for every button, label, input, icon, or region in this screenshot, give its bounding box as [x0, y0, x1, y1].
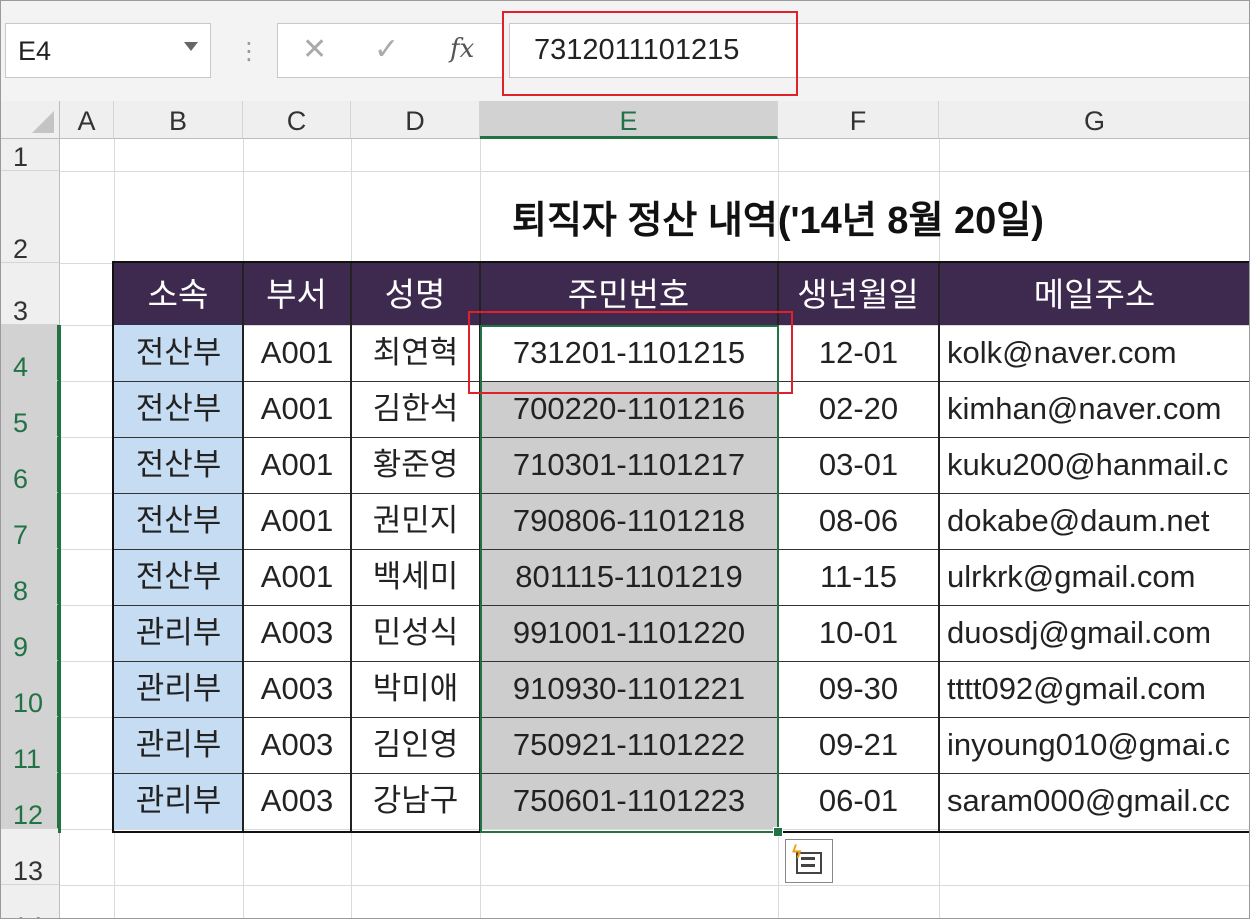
row-number: 11 [13, 744, 42, 774]
row-header-5[interactable]: 5 [1, 381, 60, 438]
row-header-6[interactable]: 6 [1, 437, 60, 494]
sheet-title-cell[interactable]: 퇴직자 정산 내역('14년 8월 20일) [60, 171, 1249, 263]
row-header-9[interactable]: 9 [1, 605, 60, 662]
formula-buttons: ✕ ✓ fx [277, 23, 503, 78]
excel-window: E4 ⋮ ✕ ✓ fx 7312011101215 ABCDEFG 123456… [0, 0, 1250, 919]
row-number: 1 [13, 142, 29, 172]
column-header-d[interactable]: D [351, 101, 480, 139]
cancel-icon[interactable]: ✕ [302, 32, 327, 67]
row-header-1[interactable]: 1 [1, 139, 60, 172]
formula-highlight-box [502, 11, 798, 96]
selection-range [480, 325, 779, 833]
cell-highlight-box [468, 311, 793, 394]
column-header-a[interactable]: A [60, 101, 114, 139]
row-number: 13 [13, 856, 44, 886]
row-header-12[interactable]: 12 [1, 773, 60, 830]
chevron-down-icon[interactable] [184, 42, 198, 51]
quick-analysis-icon[interactable]: ϟ [785, 839, 833, 883]
sheet-title: 퇴직자 정산 내역('14년 8월 20일) [512, 200, 1044, 242]
column-header-e[interactable]: E [480, 101, 778, 139]
row-header-8[interactable]: 8 [1, 549, 60, 606]
row-header-11[interactable]: 11 [1, 717, 60, 774]
row-number: 8 [13, 576, 29, 606]
row-header-7[interactable]: 7 [1, 493, 60, 550]
row-number: 12 [13, 800, 44, 830]
row-header-2[interactable]: 2 [1, 171, 60, 264]
formula-bar-grip-icon[interactable]: ⋮ [237, 37, 261, 66]
column-header-g[interactable]: G [939, 101, 1249, 139]
name-box-value: E4 [18, 36, 52, 66]
row-selection-indicator [58, 325, 61, 833]
column-header-c[interactable]: C [243, 101, 351, 139]
select-all-button[interactable] [1, 101, 60, 139]
row-header-14[interactable]: 14 [1, 885, 60, 918]
row-number: 7 [13, 520, 29, 550]
fill-handle[interactable] [773, 827, 783, 837]
column-header-f[interactable]: F [778, 101, 939, 139]
column-header-b[interactable]: B [114, 101, 243, 139]
row-number: 9 [13, 632, 29, 662]
row-number: 3 [13, 296, 29, 326]
row-number: 2 [13, 234, 29, 264]
grid-line [60, 885, 1249, 886]
row-number: 4 [13, 352, 29, 382]
insert-function-icon[interactable]: fx [450, 34, 474, 64]
name-box[interactable]: E4 [5, 23, 211, 78]
row-header-13[interactable]: 13 [1, 829, 60, 886]
enter-icon[interactable]: ✓ [374, 32, 399, 67]
row-header-10[interactable]: 10 [1, 661, 60, 718]
row-number: 5 [13, 408, 29, 438]
row-header-3[interactable]: 3 [1, 263, 60, 326]
row-number: 6 [13, 464, 29, 494]
row-number: 10 [13, 688, 44, 718]
row-header-4[interactable]: 4 [1, 325, 60, 382]
row-number: 14 [13, 912, 43, 918]
